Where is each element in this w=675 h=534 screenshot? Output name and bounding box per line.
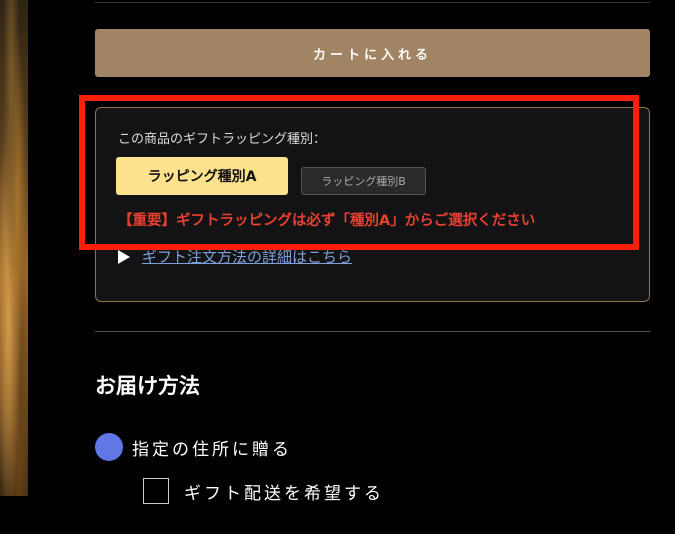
gift-order-detail-link[interactable]: ギフト注文方法の詳細はこちら <box>118 246 352 267</box>
gift-delivery-checkbox[interactable] <box>143 478 169 504</box>
wrapping-option-b[interactable]: ラッピング種別B <box>301 167 426 195</box>
divider <box>95 2 650 3</box>
checkbox-label: ギフト配送を希望する <box>184 483 384 504</box>
radio-selected-icon[interactable] <box>95 433 123 461</box>
important-notice: 【重要】ギフトラッピングは必ず「種別A」からご選択ください <box>118 213 536 229</box>
add-to-cart-button[interactable]: カートに入れる <box>95 29 650 77</box>
delivery-method-title: お届け方法 <box>95 374 200 398</box>
delivery-radio-option[interactable]: 指定の住所に贈る <box>95 433 292 461</box>
gift-delivery-checkbox-row[interactable]: ギフト配送を希望する <box>143 478 384 504</box>
divider <box>95 331 650 332</box>
gift-wrapping-panel: この商品のギフトラッピング種別： ラッピング種別A ラッピング種別B 【重要】ギ… <box>95 107 650 302</box>
wrapping-option-a[interactable]: ラッピング種別A <box>116 157 288 195</box>
gift-order-detail-link-text[interactable]: ギフト注文方法の詳細はこちら <box>142 246 352 267</box>
gift-wrapping-label: この商品のギフトラッピング種別： <box>118 132 327 147</box>
product-photo <box>0 0 28 496</box>
triangle-right-icon <box>118 249 130 264</box>
radio-label: 指定の住所に贈る <box>132 439 292 460</box>
